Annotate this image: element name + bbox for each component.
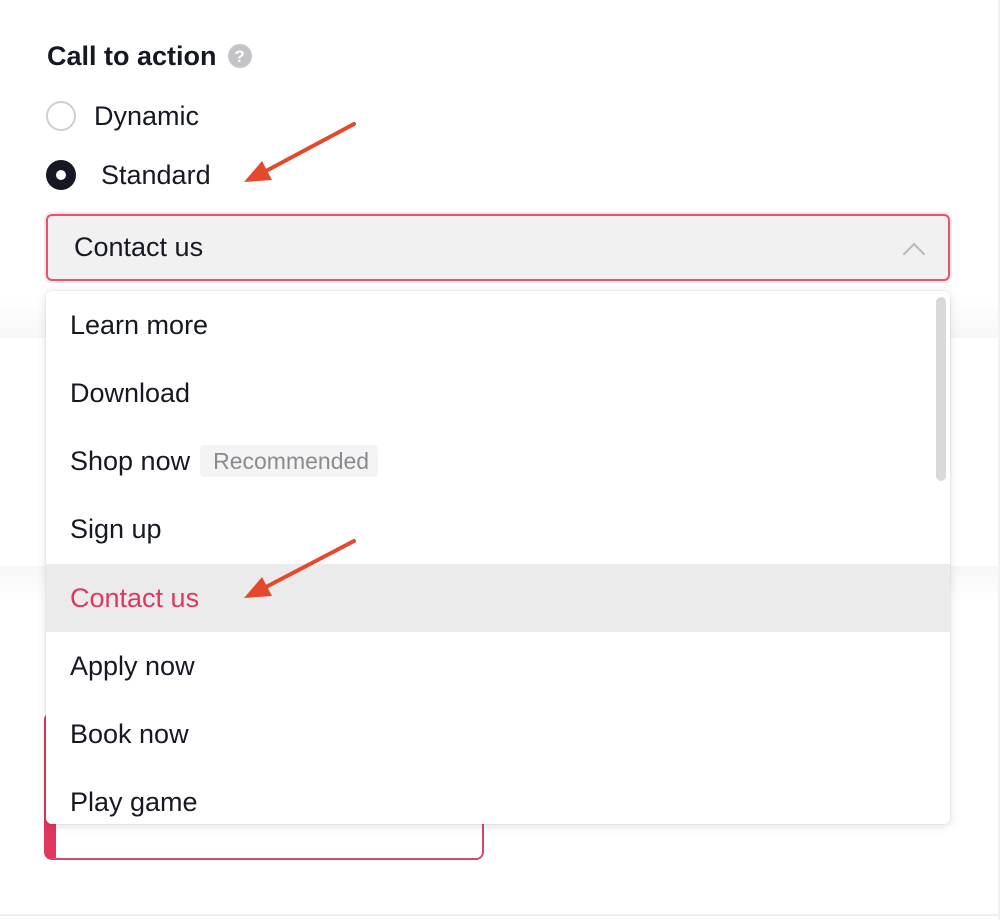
option-label: Apply now	[70, 650, 195, 681]
section-title-text: Call to action	[47, 40, 217, 71]
option-label: Play game	[70, 786, 198, 817]
option-play-game[interactable]: Play game	[46, 768, 950, 824]
radio-checked-icon[interactable]	[46, 160, 76, 190]
option-book-now[interactable]: Book now	[46, 700, 950, 768]
chevron-up-icon[interactable]	[902, 242, 926, 266]
option-download[interactable]: Download	[46, 359, 950, 427]
option-contact-us[interactable]: Contact us	[46, 564, 950, 632]
radio-unchecked-icon[interactable]	[46, 101, 76, 131]
radio-dynamic-label: Dynamic	[94, 100, 200, 131]
call-to-action-select[interactable]: Contact us	[46, 214, 950, 281]
select-current-value: Contact us	[74, 232, 204, 262]
option-sign-up[interactable]: Sign up	[46, 495, 950, 563]
radio-standard[interactable]: Standard	[46, 157, 211, 193]
section-title: Call to action ?	[47, 38, 252, 74]
panel-bottom-divider	[0, 914, 1000, 916]
call-to-action-dropdown[interactable]: Learn more Download Shop now Recommended…	[46, 291, 950, 824]
option-label: Learn more	[70, 309, 209, 340]
option-label: Shop now	[70, 445, 191, 476]
option-shop-now[interactable]: Shop now Recommended	[46, 427, 950, 495]
option-label: Download	[70, 377, 191, 408]
radio-standard-label: Standard	[101, 159, 211, 190]
dropdown-scrollbar[interactable]	[936, 297, 946, 481]
option-learn-more[interactable]: Learn more	[46, 291, 950, 359]
option-label: Sign up	[70, 513, 162, 544]
arrow-to-standard	[244, 122, 356, 182]
option-label: Book now	[70, 718, 189, 749]
radio-dynamic[interactable]: Dynamic	[46, 98, 199, 134]
option-apply-now[interactable]: Apply now	[46, 632, 950, 700]
recommended-badge: Recommended	[200, 445, 379, 477]
help-icon[interactable]: ?	[227, 44, 252, 68]
option-label: Contact us	[70, 582, 200, 613]
